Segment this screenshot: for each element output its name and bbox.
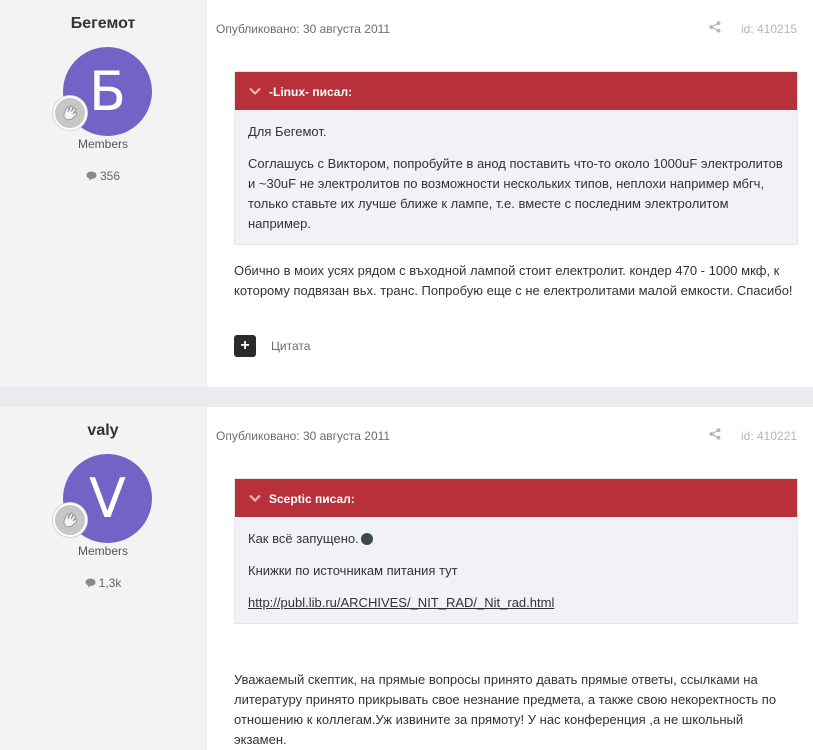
post-count-value: 1,3k (98, 576, 122, 590)
post-body: Обичнo в моих усях рядом с въходной ламп… (234, 261, 799, 301)
post-body-text: Обичнo в моих усях рядом с въходной ламп… (234, 263, 793, 298)
quote-block: Sceptic писал: Как всё запущено. Книжки … (234, 478, 798, 624)
share-icon[interactable] (709, 428, 721, 443)
plus-icon[interactable]: + (234, 335, 256, 357)
quote-header[interactable]: Sceptic писал: (235, 479, 797, 517)
quote-button-label[interactable]: Цитата (271, 339, 310, 353)
post-count[interactable]: 356 (0, 169, 206, 184)
post-id[interactable]: id: 410215 (741, 22, 797, 36)
post-body: Уважаемый скептик, на прямые вопросы при… (234, 670, 799, 750)
post-body-text: Уважаемый скептик, на прямые вопросы при… (234, 672, 777, 747)
post: valy V Members 1,3k Опубликовано: 30 авг… (0, 407, 813, 750)
quote-line: Как всё запущено. (248, 531, 359, 546)
quote-header[interactable]: -Linux- писал: (235, 72, 797, 110)
post-content: Опубликовано: 30 августа 2011 id: 410221… (207, 407, 813, 750)
quote-button[interactable]: + Цитата (234, 335, 310, 357)
post: Бегемот Б Members 356 Опубликовано: 30 а… (0, 0, 813, 387)
post-content: Опубликовано: 30 августа 2011 id: 410215… (207, 0, 813, 387)
quote-line: Соглашусь с Виктором, попробуйте в анод … (248, 156, 783, 231)
hand-badge-icon (53, 96, 87, 130)
author-name[interactable]: Бегемот (0, 15, 206, 33)
quote-line: Книжки по источникам питания тут (248, 563, 458, 578)
quote-line: Для Бегемот. (248, 124, 327, 139)
quote-block: -Linux- писал: Для Бегемот. Соглашусь с … (234, 71, 798, 245)
speech-bubble-icon (85, 577, 96, 591)
share-icon[interactable] (709, 21, 721, 36)
post-date[interactable]: Опубликовано: 30 августа 2011 (216, 429, 390, 443)
speech-bubble-icon (86, 170, 97, 184)
chevron-down-icon[interactable] (249, 72, 261, 110)
quote-body: Как всё запущено. Книжки по источникам п… (235, 517, 797, 623)
author-panel: valy V Members 1,3k (0, 407, 207, 750)
hand-badge-icon (53, 503, 87, 537)
quote-author: -Linux- писал: (269, 85, 353, 99)
quote-body: Для Бегемот. Соглашусь с Виктором, попро… (235, 110, 797, 244)
quote-author: Sceptic писал: (269, 492, 355, 506)
user-group: Members (77, 137, 128, 151)
author-name[interactable]: valy (0, 422, 206, 440)
smiley-icon (360, 533, 373, 545)
author-panel: Бегемот Б Members 356 (0, 0, 207, 387)
post-count-value: 356 (99, 169, 121, 183)
chevron-down-icon[interactable] (249, 479, 261, 517)
quote-link[interactable]: http://publ.lib.ru/ARCHIVES/_NIT_RAD/_Ni… (248, 595, 554, 610)
post-count[interactable]: 1,3k (0, 576, 206, 591)
post-id[interactable]: id: 410221 (741, 429, 797, 443)
post-date[interactable]: Опубликовано: 30 августа 2011 (216, 22, 390, 36)
user-group: Members (77, 544, 128, 558)
